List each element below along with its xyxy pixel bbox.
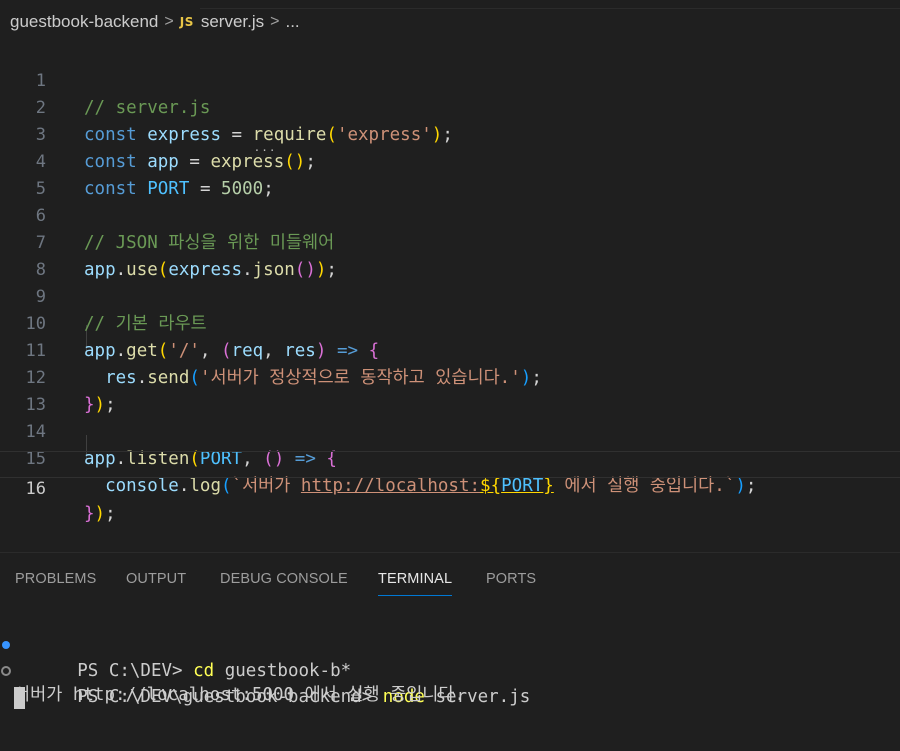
code-template-string: `서버가 (231, 476, 301, 496)
code-line[interactable]: 9 // 기본 라우트 (0, 257, 900, 334)
code-punctuation: ; (745, 476, 757, 496)
code-line[interactable]: 12 }); (0, 338, 900, 415)
code-variable: console (105, 476, 179, 496)
code-line-current[interactable]: 16 }); (0, 451, 900, 524)
code-line[interactable]: 13 (0, 365, 900, 415)
tab-debug-console[interactable]: DEBUG CONSOLE (220, 571, 348, 587)
command-decoration-icon[interactable] (2, 641, 10, 649)
code-line[interactable]: 5 (0, 149, 900, 199)
code-line[interactable]: 14 app.listen(PORT, () => { (0, 392, 900, 469)
code-constant: PORT (501, 476, 544, 496)
tab-problems[interactable]: PROBLEMS (15, 571, 96, 587)
breadcrumb-more[interactable]: ... (285, 12, 299, 32)
code-template-string: 에서 실행 중입니다.` (553, 476, 736, 496)
code-line[interactable]: 2 const express = require('express'); (0, 68, 900, 145)
terminal-line: PS C:\DEV> cd guestbook-b* (2, 632, 351, 681)
terminal-output: 서버가 http://localhost:5000 에서 실행 중입니다. (14, 685, 466, 705)
breadcrumb-folder[interactable]: guestbook-backend (10, 12, 158, 32)
terminal-line: PS C:\DEV\guestbook-backend> node server… (1, 658, 530, 707)
code-line[interactable]: 6 // JSON 파싱을 위한 미들웨어 (0, 176, 900, 253)
code-line[interactable]: 7 app.use(express.json()); (0, 203, 900, 280)
terminal-cursor (14, 687, 25, 709)
tab-ports[interactable]: PORTS (486, 571, 536, 587)
javascript-file-icon: JS (179, 15, 194, 29)
chevron-right-icon: > (164, 13, 174, 30)
breadcrumb-file[interactable]: server.js (201, 12, 264, 32)
code-function: log (189, 476, 221, 496)
code-line[interactable]: 1 // server.js (0, 41, 900, 118)
chevron-right-icon: > (270, 13, 280, 30)
panel-tabs: PROBLEMS OUTPUT DEBUG CONSOLE TERMINAL P… (0, 553, 900, 605)
code-line[interactable]: 4 const PORT = 5000; (0, 122, 900, 199)
line-number: 16 (25, 479, 46, 499)
code-link[interactable]: http://localhost: (301, 476, 480, 496)
code-line[interactable]: 8 (0, 230, 900, 280)
tab-output[interactable]: OUTPUT (126, 571, 186, 587)
code-line[interactable]: 15 console.log(`서버가 http://localhost:${P… (0, 419, 900, 496)
code-punctuation: ; (105, 504, 116, 524)
command-decoration-icon[interactable] (1, 666, 11, 676)
code-line[interactable]: 10 app.get('/', (req, res) => { (0, 284, 900, 361)
code-line[interactable]: 11 res.send('서버가 정상적으로 동작하고 있습니다.'); (0, 311, 900, 388)
bottom-panel: PROBLEMS OUTPUT DEBUG CONSOLE TERMINAL P… (0, 552, 900, 751)
editor-tabs-border (200, 0, 900, 9)
tab-terminal[interactable]: TERMINAL (378, 571, 453, 596)
code-editor[interactable]: 1 // server.js 2 const express = require… (0, 40, 900, 550)
code-line[interactable]: 3 const app = express(); (0, 95, 900, 172)
breadcrumb: guestbook-backend > JS server.js > ... (0, 0, 900, 44)
